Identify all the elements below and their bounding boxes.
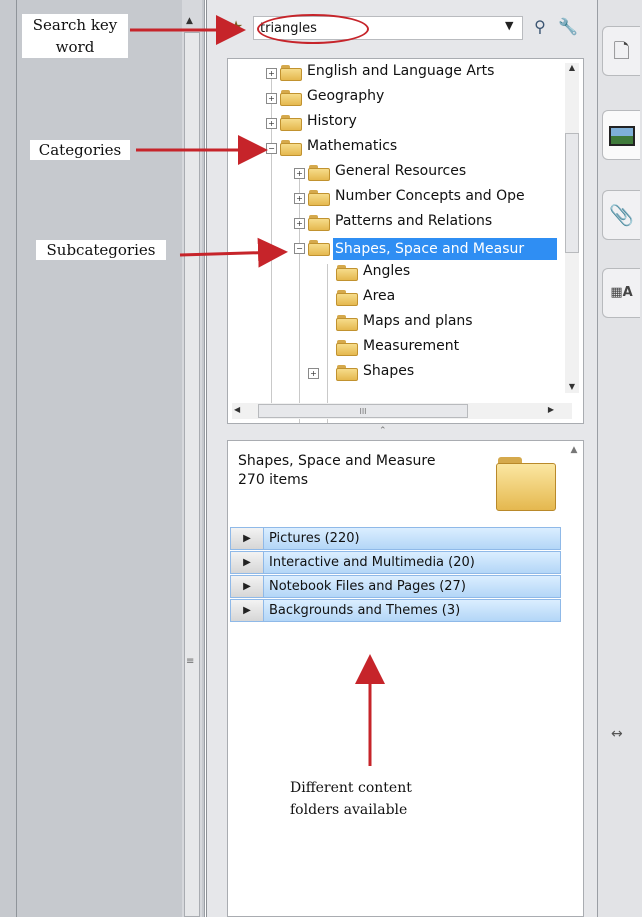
tree-item[interactable]: + Number Concepts and Ope <box>294 188 569 212</box>
tree-item[interactable]: + History <box>266 113 566 137</box>
magnifier-icon[interactable]: ⚲ <box>529 16 551 38</box>
tree-item[interactable]: Maps and plans <box>322 313 562 337</box>
expand-arrow-icon[interactable]: ▶ <box>231 552 264 573</box>
scroll-up-icon[interactable]: ▲ <box>565 63 579 72</box>
tree-vertical-scrollbar[interactable]: ▲ ▼ <box>565 63 579 393</box>
tree-item[interactable]: + English and Language Arts <box>266 63 566 87</box>
left-scrollbar-thumb[interactable] <box>184 32 200 917</box>
folder-large-icon <box>496 457 556 511</box>
tree-item[interactable]: Measurement <box>322 338 562 362</box>
expand-icon[interactable]: + <box>266 118 277 129</box>
page-icon: 🗋 <box>613 39 630 63</box>
expand-icon[interactable]: + <box>294 193 305 204</box>
dropdown-arrow-icon[interactable]: ▼ <box>505 19 513 32</box>
folder-icon <box>336 365 358 381</box>
expand-arrow-icon[interactable]: ▶ <box>231 528 264 549</box>
search-bar: ★ triangles ▼ ⚲ 🔧 <box>219 10 589 46</box>
tree-item[interactable]: + Shapes <box>308 363 558 387</box>
gallery-tab[interactable] <box>602 110 640 160</box>
scroll-left-icon[interactable]: ◀ <box>234 405 240 414</box>
tree-item-mathematics[interactable]: − Mathematics <box>266 138 566 162</box>
scroll-right-icon[interactable]: ▶ <box>548 405 554 414</box>
search-go-icon[interactable]: ★ <box>225 16 247 38</box>
collapse-icon[interactable]: − <box>266 143 277 154</box>
content-folder-row[interactable]: ▶ Pictures (220) <box>230 527 561 550</box>
page-sorter-tab[interactable]: 🗋 <box>602 26 640 76</box>
folder-icon <box>280 90 302 106</box>
detail-scrollbar[interactable]: ▲ <box>567 445 581 645</box>
folder-icon <box>308 215 330 231</box>
left-pane-divider <box>16 0 17 917</box>
category-tree: + English and Language Arts + Geography … <box>227 58 584 424</box>
tree-item-selected[interactable]: − Shapes, Space and Measur <box>294 238 569 262</box>
expand-icon[interactable]: + <box>308 368 319 379</box>
wrench-icon[interactable]: 🔧 <box>557 16 579 38</box>
tree-item[interactable]: + Geography <box>266 88 566 112</box>
expand-icon[interactable]: + <box>294 168 305 179</box>
splitter-handle[interactable]: ⌃ <box>379 426 387 436</box>
properties-tab[interactable]: ▦A <box>602 268 640 318</box>
folder-icon <box>280 140 302 156</box>
expand-icon[interactable]: + <box>266 68 277 79</box>
folder-icon <box>308 190 330 206</box>
scroll-up-icon[interactable]: ▲ <box>567 445 581 455</box>
folder-icon <box>336 265 358 281</box>
expand-icon[interactable]: + <box>294 218 305 229</box>
annotation-content-folders: Different content folders available <box>278 770 458 860</box>
expand-icon[interactable]: + <box>266 93 277 104</box>
expand-arrow-icon[interactable]: ▶ <box>231 576 264 597</box>
item-count: 270 items <box>238 472 309 488</box>
tree-item[interactable]: + Patterns and Relations <box>294 213 569 237</box>
folder-icon <box>336 340 358 356</box>
scroll-up-icon[interactable]: ▲ <box>186 16 193 26</box>
search-highlight-ring <box>257 14 369 44</box>
annotation-categories: Categories <box>30 140 130 160</box>
annotation-search-keyword: Search key word <box>22 14 128 58</box>
paperclip-icon: 📎 <box>609 203 634 227</box>
attachments-tab[interactable]: 📎 <box>602 190 640 240</box>
folder-icon <box>336 290 358 306</box>
category-title: Shapes, Space and Measure <box>238 453 436 469</box>
annotation-subcategories: Subcategories <box>36 240 166 260</box>
image-icon <box>608 126 635 146</box>
content-folder-row[interactable]: ▶ Backgrounds and Themes (3) <box>230 599 561 622</box>
folder-icon <box>280 115 302 131</box>
collapse-icon[interactable]: − <box>294 243 305 254</box>
left-pane: ▲ ≡ <box>0 0 205 917</box>
tree-item[interactable]: Angles <box>322 263 562 287</box>
expand-arrow-icon[interactable]: ▶ <box>231 600 264 621</box>
folder-icon <box>308 240 330 256</box>
scroll-down-icon[interactable]: ▼ <box>565 382 579 391</box>
content-folder-row[interactable]: ▶ Interactive and Multimedia (20) <box>230 551 561 574</box>
resize-icon[interactable]: ↔ <box>611 726 623 742</box>
tree-vertical-thumb[interactable] <box>565 133 579 253</box>
folder-icon <box>280 65 302 81</box>
tree-horizontal-scrollbar[interactable]: ◀ III ▶ <box>232 403 572 419</box>
grip-icon[interactable]: ≡ <box>186 656 194 667</box>
folder-icon <box>308 165 330 181</box>
right-tab-strip: 🗋 📎 ▦A ↔ <box>597 0 642 917</box>
tree-horizontal-thumb[interactable]: III <box>258 404 468 418</box>
tree-item[interactable]: Area <box>322 288 562 312</box>
folder-icon <box>336 315 358 331</box>
properties-icon: ▦A <box>610 285 633 300</box>
tree-item[interactable]: + General Resources <box>294 163 569 187</box>
content-folder-row[interactable]: ▶ Notebook Files and Pages (27) <box>230 575 561 598</box>
